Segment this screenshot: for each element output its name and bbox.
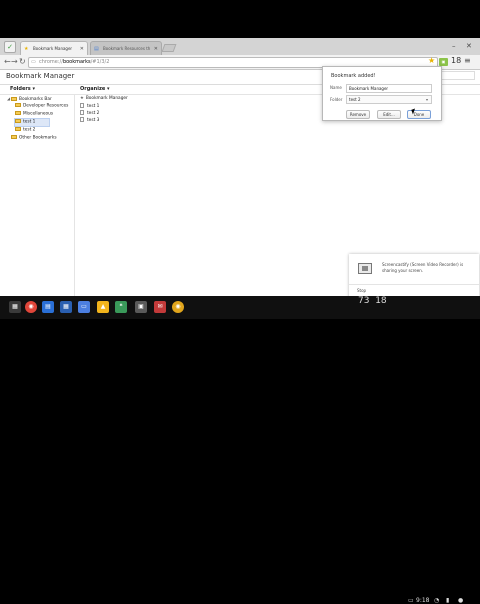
- notification-text: Screencastify (Screen Video Recorder) is…: [382, 262, 464, 273]
- shelf: ▦ ◉ ▤ ▦ ▭ ▲ ❝ ▣ ✉ ◉ ▭ 9:18 ◔ ▮ ●: [0, 296, 480, 604]
- docs-icon[interactable]: ▤: [42, 301, 54, 313]
- folder-icon: [15, 103, 21, 107]
- page-icon: ▭: [31, 59, 36, 65]
- folder-icon: [15, 127, 21, 131]
- remove-button[interactable]: Remove: [346, 110, 370, 119]
- gmail-icon[interactable]: ✉: [154, 301, 166, 313]
- clock-time[interactable]: 9:18: [416, 597, 429, 604]
- calendar-icon[interactable]: ▦: [60, 301, 72, 313]
- url-host: bookmarks: [62, 59, 91, 65]
- done-button[interactable]: Done: [407, 110, 431, 119]
- drive-icon[interactable]: ▲: [97, 301, 109, 313]
- reload-icon[interactable]: ↻: [19, 57, 26, 67]
- counter-b: 18: [375, 296, 387, 306]
- folders-menu[interactable]: Folders ▾: [10, 86, 35, 92]
- extension-icon[interactable]: ▣: [439, 58, 448, 66]
- close-icon[interactable]: ✕: [154, 42, 158, 55]
- tab-title: Bookmark Manager: [33, 46, 73, 51]
- hangouts-icon[interactable]: ❝: [115, 301, 127, 313]
- tree-item-test-1[interactable]: test 1: [14, 118, 51, 127]
- list-item[interactable]: test 2: [80, 110, 99, 117]
- url-path: /#1/3/2: [90, 59, 110, 65]
- list-item[interactable]: test 3: [80, 117, 99, 124]
- list-item-label: test 2: [87, 111, 100, 116]
- bubble-title: Bookmark added!: [331, 73, 376, 79]
- tree-item-other-bookmarks[interactable]: Other Bookmarks: [11, 135, 57, 142]
- tree-item-label: test 1: [23, 119, 36, 125]
- edit-button[interactable]: Edit...: [377, 110, 401, 119]
- url-scheme: chrome://: [39, 59, 63, 65]
- chrome-canary-icon[interactable]: ◉: [172, 301, 184, 313]
- files-icon[interactable]: ▭: [78, 301, 90, 313]
- folder-icon: [15, 111, 21, 115]
- page-title: Bookmark Manager: [6, 72, 75, 80]
- close-icon[interactable]: ✕: [80, 42, 84, 55]
- bookmark-star-icon[interactable]: ★: [428, 56, 435, 65]
- battery-icon[interactable]: ▮: [446, 597, 449, 604]
- window-close-icon[interactable]: ✕: [466, 42, 472, 50]
- profile-badge[interactable]: 18: [451, 56, 461, 65]
- tree-item-test-2[interactable]: test 2: [15, 127, 35, 134]
- folder-icon: [11, 135, 17, 139]
- folder-label: Folder: [330, 97, 343, 102]
- stop-button[interactable]: Stop: [357, 288, 366, 293]
- pane-splitter[interactable]: [74, 95, 75, 319]
- star-icon: ★: [80, 96, 84, 101]
- gallery-icon[interactable]: ▣: [135, 301, 147, 313]
- counter-a: 73: [358, 296, 370, 306]
- folder-select-value: test 2: [349, 97, 361, 102]
- divider: [349, 284, 479, 285]
- folder-icon: [11, 96, 17, 101]
- avatar[interactable]: ●: [458, 597, 463, 604]
- list-item[interactable]: test 1: [80, 103, 99, 110]
- launcher-icon[interactable]: ▦: [9, 301, 21, 313]
- menu-icon[interactable]: ≡: [464, 56, 471, 65]
- app-launcher-icon[interactable]: ✓: [4, 41, 16, 53]
- screencast-status-icon[interactable]: ▭: [408, 597, 414, 604]
- back-icon[interactable]: ←: [4, 57, 11, 67]
- wifi-icon[interactable]: ◔: [434, 597, 439, 604]
- list-item-label: test 1: [87, 104, 100, 109]
- minimize-icon[interactable]: –: [452, 42, 456, 50]
- folder-icon: [15, 119, 21, 123]
- folder-select[interactable]: test 2 ▾: [346, 95, 432, 104]
- tab-bookmark-resources[interactable]: ▤ Bookmark Resources th ✕: [90, 41, 162, 55]
- page-icon: [80, 117, 84, 122]
- name-label: Name: [330, 85, 342, 90]
- organize-menu[interactable]: Organize ▾: [80, 86, 110, 92]
- tree-item-label: Other Bookmarks: [19, 135, 57, 141]
- tab-strip: ✓ ★ Bookmark Manager ✕ ▤ Bookmark Resour…: [0, 38, 480, 55]
- star-icon: ★: [24, 46, 29, 52]
- counter-overlay: 73 18: [358, 296, 387, 306]
- name-field[interactable]: Bookmark Manager: [346, 84, 432, 93]
- page-icon: [80, 103, 84, 108]
- browser-window: ✓ ★ Bookmark Manager ✕ ▤ Bookmark Resour…: [0, 38, 480, 319]
- list-item-label: Bookmark Manager: [85, 96, 128, 101]
- tree-item-bookmarks-bar[interactable]: ◢ Bookmarks Bar: [7, 96, 52, 103]
- tab-title: Bookmark Resources th: [103, 46, 151, 51]
- chrome-icon[interactable]: ◉: [25, 301, 37, 313]
- tree-item-developer-resources[interactable]: Developer Resources: [15, 103, 68, 110]
- chevron-down-icon: ▾: [425, 97, 428, 102]
- page-icon: ▤: [94, 46, 99, 52]
- new-tab-button[interactable]: [161, 44, 177, 52]
- tree-item-label: Developer Resources: [23, 103, 69, 109]
- list-item-label: test 3: [87, 118, 100, 123]
- list-item[interactable]: ★ Bookmark Manager: [80, 96, 128, 102]
- tree-item-label: Miscellaneous: [23, 111, 54, 117]
- tab-bookmark-manager[interactable]: ★ Bookmark Manager ✕: [20, 41, 88, 55]
- page-icon: [80, 110, 84, 115]
- bookmark-added-bubble: Bookmark added! Name Bookmark Manager Fo…: [322, 66, 442, 121]
- tree-item-label: Bookmarks Bar: [19, 97, 52, 102]
- forward-icon[interactable]: →: [11, 57, 18, 67]
- screencast-icon: [358, 263, 372, 274]
- tree-item-miscellaneous[interactable]: Miscellaneous: [15, 111, 53, 118]
- tree-item-label: test 2: [23, 127, 36, 133]
